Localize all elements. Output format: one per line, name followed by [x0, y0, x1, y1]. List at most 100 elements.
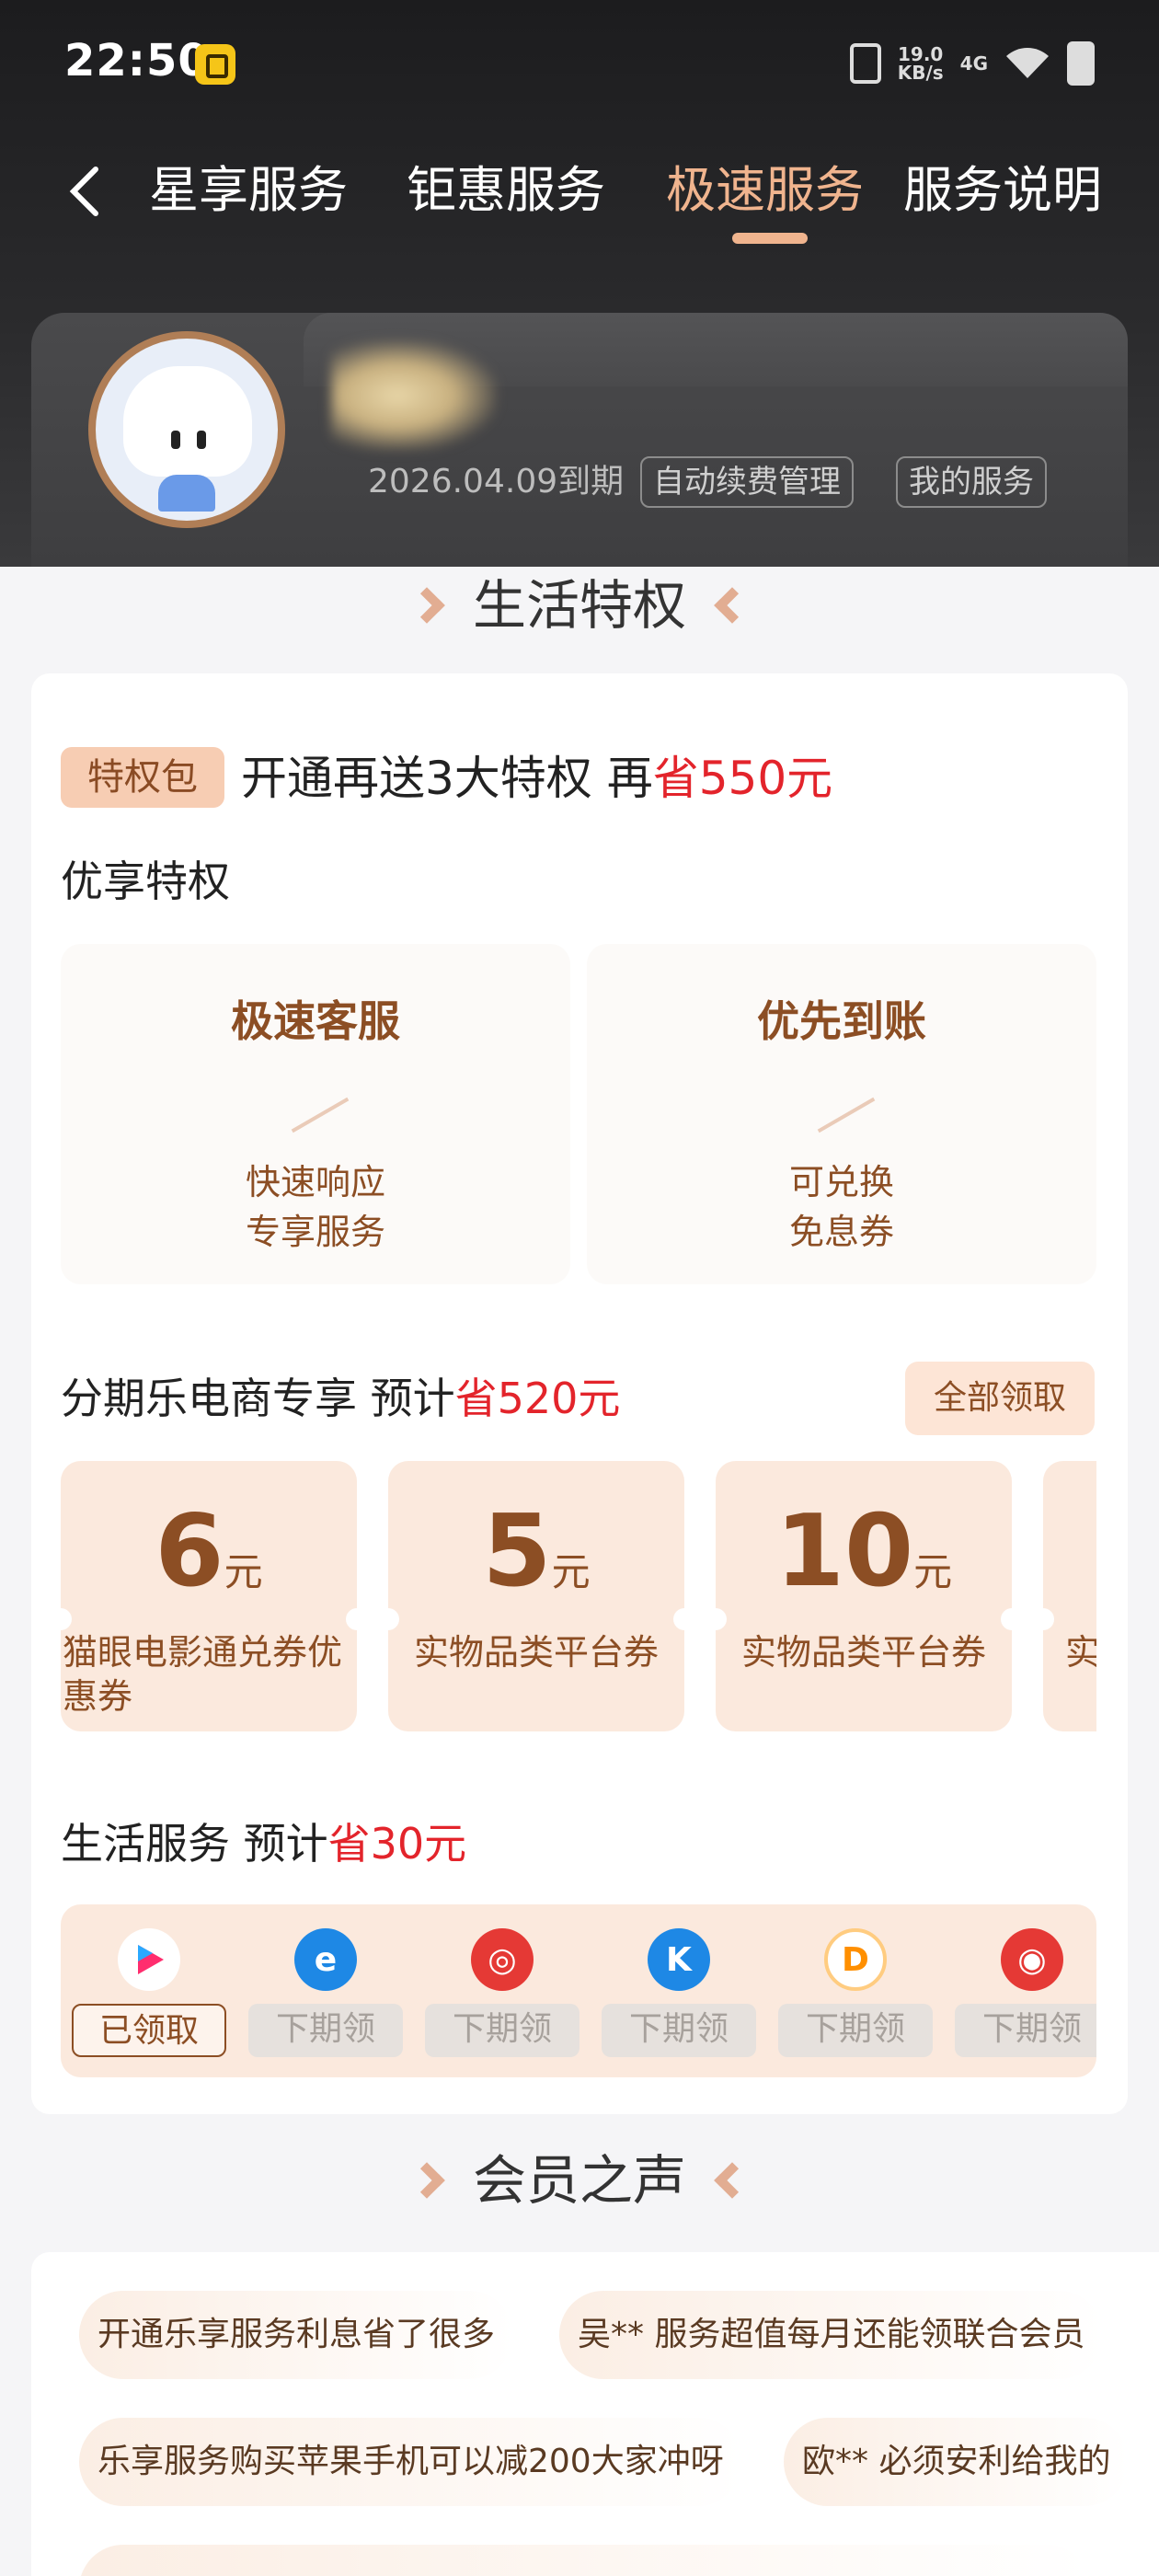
next-period-button[interactable]: 下期领 [955, 2004, 1096, 2057]
headline-save-amount: 省550元 [652, 752, 833, 805]
headline-text: 开通再送3大特权 再 [241, 752, 653, 805]
coupon-desc: 实 [1065, 1632, 1096, 1673]
section-title-member-voice: 会员之声 [0, 2144, 1159, 2217]
premium-item-desc: 可兑换 免息券 [587, 1157, 1096, 1257]
ecommerce-save-amount: 省520元 [454, 1374, 621, 1423]
privilege-pack-headline: 开通再送3大特权 再省550元 [241, 743, 832, 813]
coupon-unit: 元 [224, 1549, 263, 1594]
play-icon [138, 1945, 164, 1974]
premium-title: 优享特权 [61, 857, 230, 906]
vibrate-icon [849, 43, 881, 84]
premium-item-desc: 快速响应 专享服务 [61, 1157, 570, 1257]
voice-bubble: 欧** 必须安利给我的 [784, 2418, 1130, 2506]
life-service-item[interactable]: K 下期领 [602, 1904, 756, 2077]
coupon-card[interactable]: 5元 实物品类平台券 [377, 1461, 695, 1731]
section-title-text: 生活特权 [472, 574, 686, 637]
net-speed-value: 19.0 [898, 43, 944, 65]
network-type: 4G [959, 52, 988, 75]
life-service-list[interactable]: 已领取 e 下期领 ◎ 下期领 K 下期领 D 下期领 ◉ 下期领 [61, 1904, 1096, 2077]
active-tab-indicator [732, 233, 808, 244]
music-app-icon: ◎ [471, 1928, 534, 1991]
auto-renew-button[interactable]: 自动续费管理 [640, 456, 854, 508]
chevron-left-icon [69, 167, 98, 216]
life-service-title-text: 生活服务 预计 [61, 1819, 328, 1869]
privilege-pack-badge: 特权包 [61, 747, 224, 808]
next-period-button[interactable]: 下期领 [425, 2004, 580, 2057]
coupon-value: 10 [775, 1494, 914, 1609]
life-service-item[interactable]: ◎ 下期领 [425, 1904, 580, 2077]
coupon-amount: 10元 [716, 1494, 1012, 1609]
voice-bubble: 吴** 服务超值每月还能领联合会员 [559, 2291, 1104, 2379]
avatar-face [123, 366, 252, 477]
life-service-item[interactable]: D 下期领 [778, 1904, 933, 2077]
voice-bubble: 乐享服务购买苹果手机可以减200大家冲呀 [79, 2418, 742, 2506]
coupon-card[interactable]: 6元 猫眼电影通兑券优惠券 [61, 1461, 368, 1731]
notification-app-icon [195, 44, 235, 85]
coupon-desc: 实物品类平台券 [740, 1632, 986, 1673]
coupon-card[interactable]: 10元 实物品类平台券 [705, 1461, 1023, 1731]
e-app-icon: e [294, 1928, 357, 1991]
ecommerce-title: 分期乐电商专享 预计省520元 [61, 1371, 620, 1426]
chevron-right-icon [408, 587, 445, 624]
tab-star-service[interactable]: 星享服务 [149, 158, 348, 223]
status-bar: 22:50 19.0 KB/s 4G [0, 0, 1159, 129]
coupon-desc: 实物品类平台券 [413, 1632, 659, 1673]
next-period-button[interactable]: 下期领 [602, 2004, 756, 2057]
video-app-icon [118, 1928, 180, 1991]
status-indicators: 19.0 KB/s 4G [849, 40, 1095, 86]
section-title-life-privilege: 生活特权 [0, 569, 1159, 642]
life-service-title: 生活服务 预计省30元 [61, 1816, 466, 1871]
k-app-icon: K [648, 1928, 710, 1991]
header-background: 22:50 19.0 KB/s 4G 星享服务 钜惠服务 极速服务 服务说明 2… [0, 0, 1159, 567]
voice-bubble-partial [79, 2545, 1091, 2576]
premium-item-name: 极速客服 [231, 996, 400, 1046]
avatar-eye [197, 431, 206, 449]
net-speed-unit: KB/s [897, 62, 944, 84]
coupon-card[interactable]: 实 [1032, 1461, 1096, 1731]
status-time: 22:50 [64, 35, 210, 86]
premium-item-line: 快速响应 [245, 1162, 385, 1202]
avatar-eye [171, 431, 180, 449]
next-period-button[interactable]: 下期领 [778, 2004, 933, 2057]
tab-discount-service[interactable]: 钜惠服务 [407, 158, 605, 223]
life-service-item[interactable]: ◉ 下期领 [955, 1904, 1096, 2077]
chevron-left-icon [714, 2162, 751, 2199]
collect-all-button[interactable]: 全部领取 [905, 1362, 1095, 1435]
coupon-amount: 5元 [388, 1494, 684, 1609]
claimed-button[interactable]: 已领取 [72, 2004, 226, 2057]
voice-bubble: 开通乐享服务利息省了很多 [79, 2291, 514, 2379]
net-speed: 19.0 KB/s [898, 45, 944, 82]
chevron-right-icon [408, 2162, 445, 2199]
divider [291, 1097, 350, 1133]
battery-icon [1067, 41, 1095, 86]
life-service-item[interactable]: 已领取 [72, 1904, 226, 2077]
cat-app-icon: ◉ [1001, 1928, 1063, 1991]
coupon-unit: 元 [913, 1549, 953, 1594]
avatar[interactable] [88, 331, 285, 528]
member-voice-list: 开通乐享服务利息省了很多 吴** 服务超值每月还能领联合会员 乐享服务购买苹果手… [31, 2252, 1159, 2576]
life-service-item[interactable]: e 下期领 [248, 1904, 403, 2077]
next-period-button[interactable]: 下期领 [248, 2004, 403, 2057]
membership-expire-date: 2026.04.09到期 [368, 463, 625, 500]
back-button[interactable] [57, 164, 112, 219]
section-title-text: 会员之声 [472, 2149, 686, 2212]
coupon-value: 6 [155, 1494, 224, 1609]
divider [817, 1097, 876, 1133]
chevron-left-icon [714, 587, 751, 624]
tab-service-description[interactable]: 服务说明 [903, 158, 1102, 223]
premium-item-priority-payout[interactable]: 优先到账 可兑换 免息券 [587, 944, 1096, 1284]
service-tabs: 星享服务 钜惠服务 极速服务 服务说明 [0, 147, 1159, 248]
coupon-unit: 元 [551, 1549, 591, 1594]
my-service-button[interactable]: 我的服务 [896, 456, 1047, 508]
premium-item-fast-support[interactable]: 极速客服 快速响应 专享服务 [61, 944, 570, 1284]
tab-fast-service[interactable]: 极速服务 [666, 158, 861, 223]
coupon-value: 5 [482, 1494, 552, 1609]
premium-item-name: 优先到账 [757, 996, 926, 1046]
premium-item-line: 专享服务 [245, 1212, 385, 1252]
premium-item-line: 可兑换 [788, 1162, 894, 1202]
coupon-desc: 猫眼电影通兑券优惠券 [63, 1632, 343, 1717]
wifi-icon [1006, 48, 1049, 78]
ride-app-icon: D [824, 1928, 887, 1991]
coupon-list[interactable]: 6元 猫眼电影通兑券优惠券 5元 实物品类平台券 10元 实物品类平台券 实 [61, 1461, 1096, 1733]
coupon-amount: 6元 [61, 1494, 357, 1609]
